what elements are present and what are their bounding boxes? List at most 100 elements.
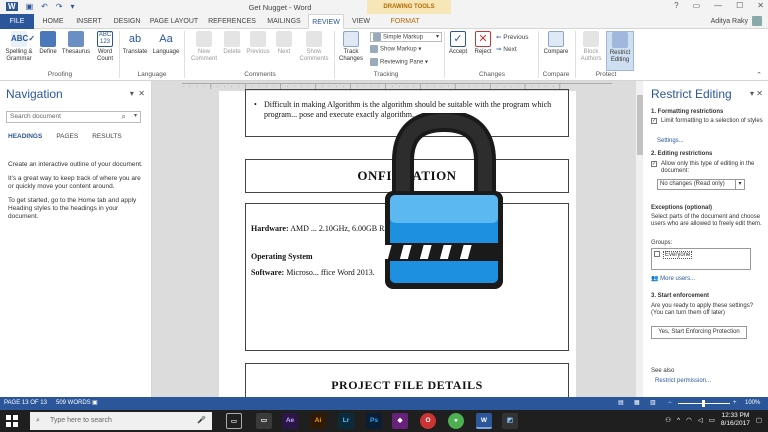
tab-view[interactable]: VIEW (348, 14, 374, 29)
search-icon[interactable]: ⌕ (122, 112, 126, 122)
restrict-editing-button[interactable]: Restrict Editing (606, 31, 634, 71)
opera-icon[interactable]: O (420, 413, 436, 429)
help-icon[interactable]: ? (674, 1, 678, 10)
tab-references[interactable]: REFERENCES (204, 14, 260, 29)
visual-studio-icon[interactable]: ◆ (392, 413, 408, 429)
chrome-icon[interactable]: ● (448, 413, 464, 429)
clock[interactable]: 12:33 PM 8/16/2017 (721, 412, 750, 428)
minimize-icon[interactable]: — (714, 1, 722, 10)
thesaurus-button[interactable]: Thesaurus (60, 31, 92, 56)
document-page[interactable]: Difficult in making Algorithm is the alg… (219, 89, 576, 397)
tab-page-layout[interactable]: PAGE LAYOUT (148, 14, 200, 29)
zoom-slider-thumb[interactable] (702, 400, 705, 407)
maximize-icon[interactable]: ☐ (736, 1, 743, 10)
zoom-out-icon[interactable]: − (668, 397, 672, 410)
previous-comment-button[interactable]: Previous (244, 31, 272, 56)
print-layout-icon[interactable]: ▦ (634, 397, 640, 410)
after-effects-icon[interactable]: Ae (282, 413, 298, 429)
ribbon-display-icon[interactable]: ▭ (693, 1, 701, 10)
app-taskbar-icon[interactable]: ◩ (502, 413, 518, 429)
pane-options-icon[interactable]: ▾ (130, 89, 134, 98)
next-arrow-icon: ⇒ (496, 46, 502, 53)
tab-headings[interactable]: HEADINGS (8, 133, 42, 140)
previous-change-button[interactable]: ⇐ Previous (496, 33, 529, 41)
nav-tabs: HEADINGS PAGES RESULTS (8, 133, 122, 140)
groups-list[interactable]: Everyone (651, 248, 751, 270)
keyboard-icon[interactable]: ▭ (709, 416, 715, 424)
zoom-in-icon[interactable]: + (733, 397, 737, 410)
file-explorer-icon[interactable]: ▭ (256, 413, 272, 429)
word-taskbar-icon[interactable]: W (476, 413, 492, 429)
proofing-status-icon[interactable]: ▣ (92, 397, 98, 410)
windows-start-icon[interactable] (4, 413, 20, 429)
volume-icon[interactable]: ◁ (698, 416, 703, 424)
compare-button[interactable]: Compare (540, 31, 572, 56)
tray-chevron-icon[interactable]: ^ (677, 417, 680, 424)
tab-format[interactable]: FORMAT (382, 14, 428, 29)
show-comments-button[interactable]: Show Comments (297, 31, 331, 63)
show-markup-button[interactable]: Show Markup ▾ (370, 45, 421, 53)
vertical-scrollbar[interactable] (635, 81, 643, 397)
track-changes-button[interactable]: Track Changes (336, 31, 366, 63)
illustrator-icon[interactable]: Ai (310, 413, 326, 429)
ribbon-divider (184, 31, 185, 78)
reject-button[interactable]: ✕ Reject (472, 31, 494, 56)
editing-type-select[interactable]: No changes (Read only) ▾ (657, 179, 745, 190)
block-authors-button[interactable]: Block Authors (578, 31, 604, 63)
markup-display-select[interactable]: Simple Markup ▾ (370, 32, 442, 42)
allow-editing-option[interactable]: ✓ Allow only this type of editing in the… (651, 161, 763, 175)
close-icon[interactable]: ✕ (138, 89, 145, 98)
spelling-grammar-button[interactable]: ABC✓ Spelling & Grammar (2, 31, 36, 63)
settings-link[interactable]: Settings... (651, 138, 763, 145)
reviewing-pane-button[interactable]: Reviewing Pane ▾ (370, 58, 428, 66)
define-button[interactable]: Define (37, 31, 59, 56)
tab-design[interactable]: DESIGN (110, 14, 144, 29)
reject-x-icon: ✕ (475, 31, 491, 47)
lightroom-icon[interactable]: Lr (338, 413, 354, 429)
tab-file[interactable]: FILE (0, 14, 34, 29)
next-comment-button[interactable]: Next (274, 31, 294, 56)
user-account[interactable]: Aditya Raky (711, 16, 762, 26)
exceptions-heading: Exceptions (optional) (651, 205, 713, 211)
limit-formatting-checkbox[interactable]: ✓ (651, 118, 657, 124)
tab-review[interactable]: REVIEW (308, 14, 344, 29)
close-icon[interactable]: ✕ (757, 1, 764, 10)
start-enforcing-button[interactable]: Yes, Start Enforcing Protection (651, 326, 747, 339)
tab-insert[interactable]: INSERT (72, 14, 106, 29)
enforce-button-wrap: Yes, Start Enforcing Protection (651, 326, 763, 339)
search-document-input[interactable]: Search document ⌕ ▾ (6, 111, 141, 123)
allow-editing-checkbox[interactable]: ✓ (651, 161, 657, 167)
people-icon[interactable]: ⚇ (665, 416, 671, 424)
microphone-icon[interactable]: 🎤 (197, 412, 206, 430)
limit-formatting-option[interactable]: ✓ Limit formatting to a selection of sty… (651, 118, 763, 125)
zoom-level[interactable]: 100% (745, 397, 760, 410)
word-count-button[interactable]: ABC 123 Word Count (93, 31, 117, 63)
task-view-icon[interactable]: ▭ (226, 413, 242, 429)
accept-button[interactable]: ✓ Accept (446, 31, 470, 56)
restrict-editing-icon (612, 32, 628, 48)
language-button[interactable]: Aa Language (151, 31, 181, 56)
read-mode-icon[interactable]: ▤ (618, 397, 624, 410)
notifications-icon[interactable]: ▢ (756, 416, 762, 424)
tab-pages[interactable]: PAGES (56, 133, 78, 140)
page-count[interactable]: PAGE 13 OF 13 (4, 397, 47, 410)
word-count[interactable]: 509 WORDS (56, 397, 91, 410)
everyone-checkbox[interactable] (654, 251, 660, 257)
delete-comment-button[interactable]: Delete (221, 31, 243, 56)
web-layout-icon[interactable]: ▥ (650, 397, 656, 410)
taskbar-search-input[interactable]: ⌕ Type here to search 🎤 (30, 412, 212, 430)
pane-options-icon[interactable]: ▾ (750, 89, 754, 98)
tab-mailings[interactable]: MAILINGS (264, 14, 304, 29)
restrict-permission-link[interactable]: Restrict permission... (651, 378, 763, 385)
next-change-button[interactable]: ⇒ Next (496, 45, 517, 53)
more-users-link[interactable]: 👥 More users... (651, 276, 763, 283)
chevron-down-icon[interactable]: ▾ (134, 112, 137, 119)
new-comment-button[interactable]: New Comment (188, 31, 220, 63)
photoshop-icon[interactable]: Ps (366, 413, 382, 429)
collapse-ribbon-icon[interactable]: ⌃ (756, 71, 762, 79)
wifi-icon[interactable]: ◠ (686, 416, 692, 424)
tab-results[interactable]: RESULTS (92, 133, 122, 140)
close-icon[interactable]: ✕ (756, 89, 763, 98)
translate-button[interactable]: ab Translate (121, 31, 149, 56)
tab-home[interactable]: HOME (38, 14, 68, 29)
